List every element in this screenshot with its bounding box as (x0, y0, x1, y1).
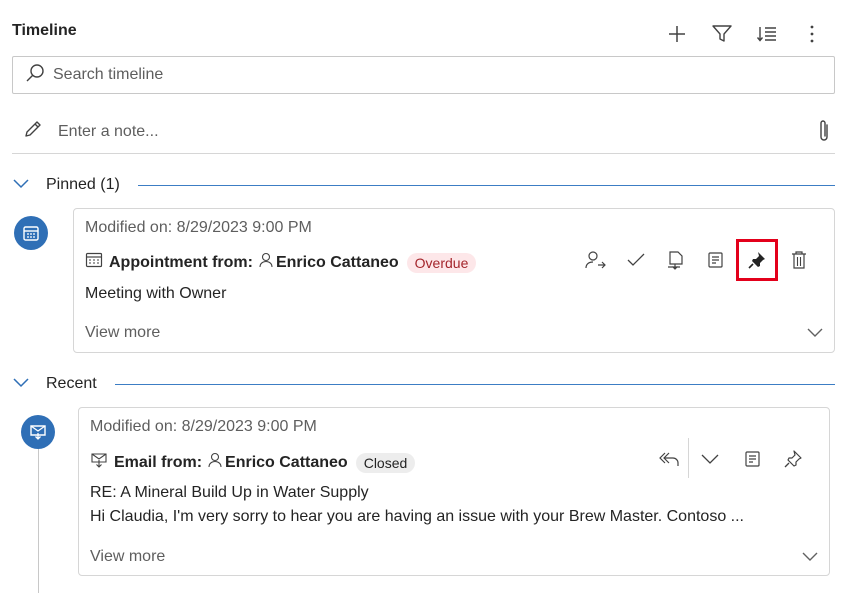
email-avatar (21, 415, 55, 449)
note-entry[interactable]: Enter a note... (12, 110, 835, 154)
activity-description: Meeting with Owner (85, 285, 227, 302)
convert-to-case-icon[interactable] (663, 247, 689, 273)
attachment-icon[interactable] (817, 118, 831, 149)
divider (137, 184, 835, 186)
search-icon (25, 63, 45, 88)
status-badge: Closed (355, 452, 416, 473)
sort-icon[interactable] (753, 20, 781, 48)
recent-section-header[interactable]: Recent (12, 372, 835, 396)
person-icon (259, 252, 273, 273)
modified-date: Modified on: 8/29/2023 9:00 PM (85, 219, 312, 236)
calendar-icon (23, 226, 39, 241)
email-icon (90, 451, 108, 474)
add-icon[interactable] (663, 20, 691, 48)
person-link[interactable]: Enrico Cattaneo (276, 254, 399, 272)
pencil-icon (22, 118, 44, 145)
view-more-link[interactable]: View more (85, 324, 160, 342)
activity-heading: Email from: Enrico Cattaneo Closed (90, 451, 416, 474)
pin-icon[interactable] (780, 446, 806, 472)
open-record-icon[interactable] (740, 446, 766, 472)
divider (114, 383, 835, 385)
assign-icon[interactable] (583, 247, 609, 273)
view-more-link[interactable]: View more (90, 548, 165, 566)
person-link[interactable]: Enrico Cattaneo (225, 454, 348, 472)
expand-chevron-icon[interactable] (801, 549, 819, 567)
email-preview: Hi Claudia, I'm very sorry to hear you a… (90, 508, 744, 525)
activity-type-label: Email from: (114, 453, 203, 471)
person-icon (208, 452, 222, 473)
timeline-connector (38, 448, 39, 593)
search-input[interactable]: Search timeline (53, 66, 163, 84)
delete-icon[interactable] (786, 247, 812, 273)
reply-all-icon[interactable] (656, 446, 682, 472)
modified-date: Modified on: 8/29/2023 9:00 PM (90, 418, 317, 435)
pinned-label: Pinned (1) (46, 176, 120, 193)
unpin-icon[interactable] (736, 239, 778, 281)
more-actions-chevron-icon[interactable] (697, 446, 723, 472)
activity-heading: Appointment from: Enrico Cattaneo Overdu… (85, 251, 477, 274)
appointment-avatar (14, 216, 48, 250)
email-icon (30, 425, 46, 440)
recent-label: Recent (46, 375, 97, 392)
divider (688, 438, 689, 478)
chevron-down-icon[interactable] (12, 176, 30, 194)
activity-type-label: Appointment from: (109, 253, 253, 271)
search-box[interactable]: Search timeline (12, 56, 835, 94)
pinned-section-header[interactable]: Pinned (1) (12, 173, 835, 197)
calendar-icon (85, 251, 103, 274)
status-badge: Overdue (406, 252, 477, 273)
timeline-title: Timeline (12, 22, 77, 39)
filter-icon[interactable] (708, 20, 736, 48)
pinned-appointment-card[interactable]: Modified on: 8/29/2023 9:00 PM Appointme… (73, 208, 835, 353)
more-options-icon[interactable] (798, 20, 826, 48)
mark-complete-icon[interactable] (623, 247, 649, 273)
expand-chevron-icon[interactable] (806, 325, 824, 343)
email-subject: RE: A Mineral Build Up in Water Supply (90, 484, 369, 501)
recent-email-card[interactable]: Modified on: 8/29/2023 9:00 PM Email fro… (78, 407, 830, 576)
open-record-icon[interactable] (703, 247, 729, 273)
chevron-down-icon[interactable] (12, 375, 30, 393)
note-input[interactable]: Enter a note... (58, 123, 159, 141)
